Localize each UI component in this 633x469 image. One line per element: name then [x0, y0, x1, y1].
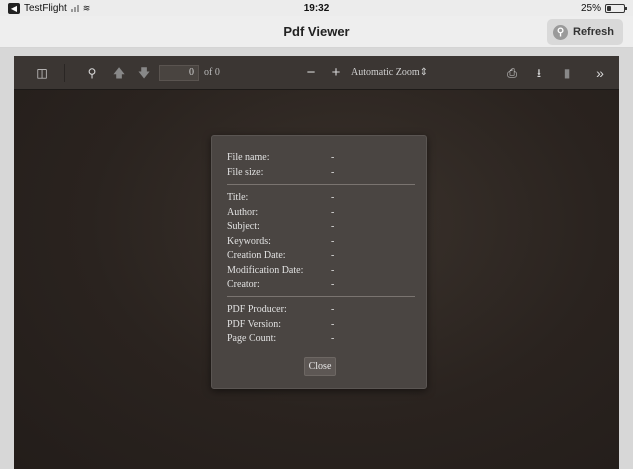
status-right: 25% [580, 2, 627, 14]
battery-icon [605, 3, 627, 13]
prop-row-pdf-version: PDF Version: - [227, 318, 417, 331]
prop-value: - [331, 207, 335, 218]
prop-value: - [331, 192, 335, 203]
refresh-button[interactable]: ⚲ Refresh [547, 19, 623, 45]
document-properties-dialog: File name: - File size: - Title: - Autho… [211, 135, 427, 389]
prop-value: - [331, 279, 335, 290]
prop-value: - [331, 236, 335, 247]
prop-value: - [331, 152, 335, 163]
prop-row-author: Author: - [227, 206, 417, 219]
prop-row-title: Title: - [227, 191, 417, 204]
prop-row-subject: Subject: - [227, 220, 417, 233]
search-icon[interactable]: ⚲ [84, 65, 100, 81]
prop-row-creator: Creator: - [227, 278, 417, 291]
bookmark-icon[interactable]: ▮ [559, 65, 575, 81]
prop-label: File size: [227, 167, 264, 178]
download-icon[interactable]: ⭳ [531, 65, 547, 81]
prop-label: Author: [227, 207, 259, 218]
back-app-label[interactable]: TestFlight [24, 3, 67, 14]
section-divider [227, 296, 415, 297]
zoom-select[interactable]: Automatic Zoom⇕ [351, 65, 428, 81]
prop-label: Page Count: [227, 333, 277, 344]
cell-signal-icon [70, 4, 79, 12]
prop-value: - [331, 319, 335, 330]
prop-value: - [331, 221, 335, 232]
page-number-input[interactable]: 0 [159, 65, 199, 81]
wifi-icon: ≋ [82, 2, 91, 13]
previous-page-icon[interactable]: 🡅 [111, 65, 127, 81]
select-arrows-icon: ⇕ [419, 67, 428, 78]
battery-fill [607, 5, 611, 11]
prop-row-modification-date: Modification Date: - [227, 264, 417, 277]
prop-row-file-name: File name: - [227, 151, 417, 164]
tools-icon[interactable]: » [592, 65, 608, 81]
prop-row-keywords: Keywords: - [227, 235, 417, 248]
close-button[interactable]: Close [304, 357, 336, 376]
print-icon[interactable]: ⎙ [504, 65, 520, 81]
prop-label: Creator: [227, 279, 260, 290]
refresh-label: Refresh [573, 26, 614, 38]
page-title: Pdf Viewer [283, 24, 350, 39]
section-divider [227, 184, 415, 185]
prop-row-pdf-producer: PDF Producer: - [227, 303, 417, 316]
prop-row-file-size: File size: - [227, 166, 417, 179]
prop-label: Creation Date: [227, 250, 286, 261]
battery-percent: 25% [580, 2, 601, 14]
prop-label: Modification Date: [227, 265, 304, 276]
prop-value: - [331, 304, 335, 315]
status-bar: ◀ TestFlight ≋ 19:32 25% [0, 0, 633, 16]
prop-value: - [331, 265, 335, 276]
page-count-label: of 0 [204, 67, 220, 78]
prop-row-creation-date: Creation Date: - [227, 249, 417, 262]
prop-label: PDF Version: [227, 319, 281, 330]
prop-value: - [331, 250, 335, 261]
prop-label: PDF Producer: [227, 304, 287, 315]
toolbar-separator [64, 64, 65, 82]
pdf-toolbar: ◫ ⚲ 🡅 🡇 0 of 0 − + Automatic Zoom⇕ ⎙ ⭳ ▮… [14, 56, 619, 90]
prop-label: Subject: [227, 221, 260, 232]
status-left: ◀ TestFlight ≋ [8, 2, 208, 14]
zoom-out-icon[interactable]: − [303, 65, 319, 81]
prop-row-page-count: Page Count: - [227, 332, 417, 345]
zoom-in-icon[interactable]: + [328, 65, 344, 81]
prop-value: - [331, 333, 335, 344]
refresh-icon: ⚲ [553, 24, 568, 40]
prop-label: Keywords: [227, 236, 271, 247]
next-page-icon[interactable]: 🡇 [136, 65, 152, 81]
zoom-select-value: Automatic Zoom [351, 67, 420, 78]
sidebar-toggle-icon[interactable]: ◫ [34, 65, 50, 81]
prop-label: File name: [227, 152, 270, 163]
prop-label: Title: [227, 192, 249, 203]
prop-value: - [331, 167, 335, 178]
back-arrow-icon[interactable]: ◀ [8, 2, 20, 14]
navigation-bar: Pdf Viewer ⚲ Refresh [0, 16, 633, 48]
